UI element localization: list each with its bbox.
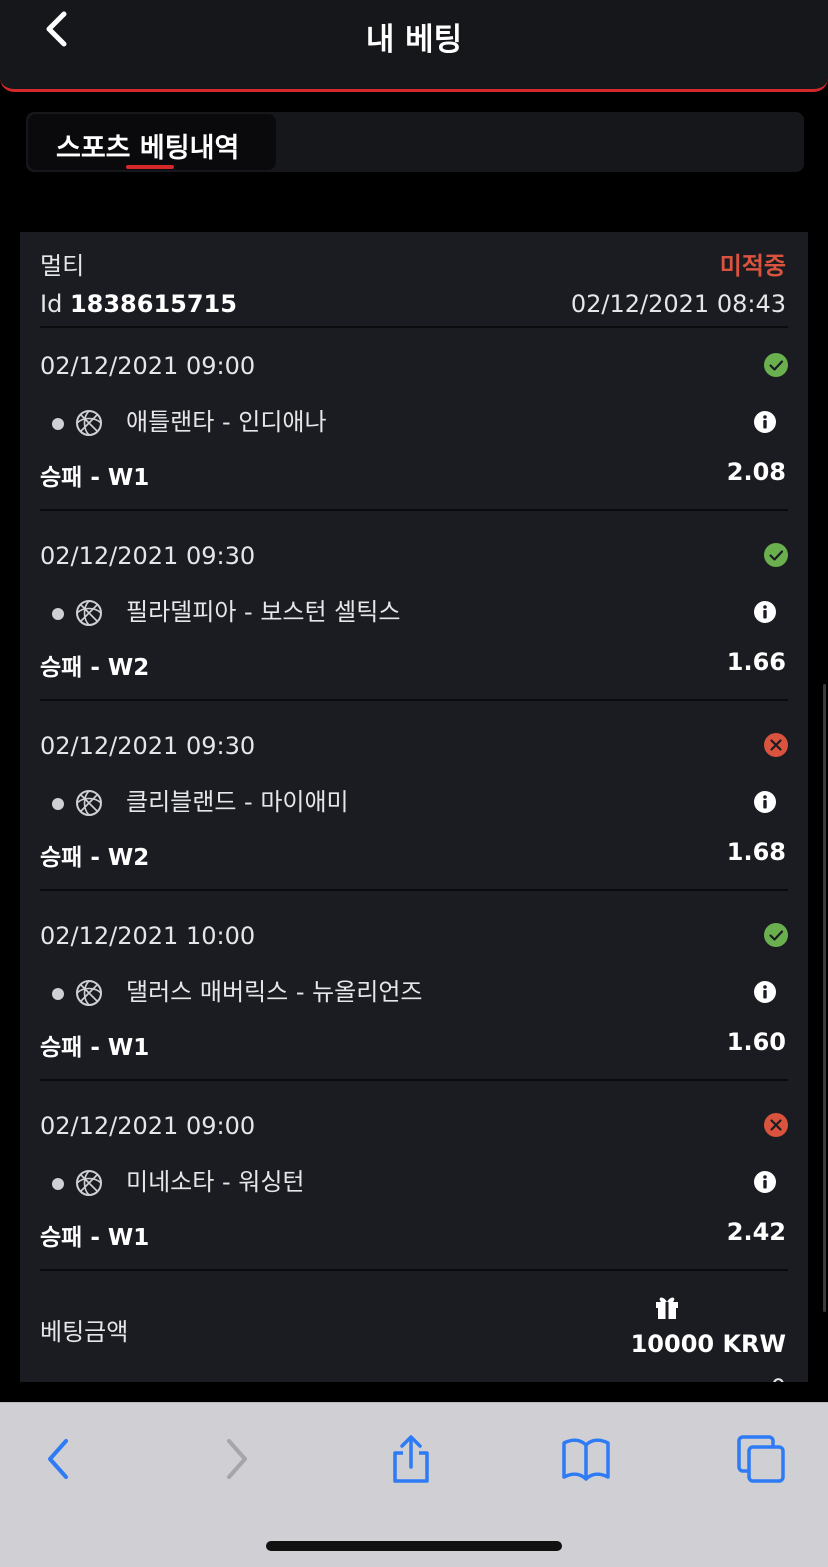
tab-label: 스포츠 베팅내역 bbox=[56, 133, 240, 164]
tab-active-indicator bbox=[126, 165, 174, 169]
bet-market: 승패 - W2 bbox=[40, 655, 150, 681]
bet-row: 02/12/2021 10:00 댈러스 매버릭스 - 뉴올리언즈승패 - W1 1… bbox=[20, 896, 808, 1086]
match-name: 필라델피아 - 보스턴 셀틱스 bbox=[126, 598, 401, 626]
basketball-icon bbox=[75, 409, 103, 437]
bet-odds: 1.60 bbox=[726, 1028, 786, 1056]
bet-id: Id 1838615715 bbox=[40, 290, 237, 318]
bet-row: 02/12/2021 09:30 필라델피아 - 보스턴 셀틱스승패 - W2 1.… bbox=[20, 516, 808, 706]
row-divider bbox=[40, 1079, 788, 1081]
row-divider bbox=[40, 509, 788, 511]
chevron-left-icon bbox=[48, 1439, 68, 1479]
event-time: 02/12/2021 10:00 bbox=[40, 922, 256, 950]
bet-row: 02/12/2021 09:30 클리블랜드 - 마이애미승패 - W2 1.68 bbox=[20, 706, 808, 896]
live-dot bbox=[52, 1178, 64, 1190]
basketball-icon bbox=[75, 599, 103, 627]
stake-label: 베팅금액 bbox=[40, 1318, 129, 1346]
basketball-icon bbox=[75, 1169, 103, 1197]
info-icon[interactable] bbox=[753, 410, 777, 434]
live-dot bbox=[52, 798, 64, 810]
home-indicator bbox=[266, 1541, 562, 1551]
x-circle-icon bbox=[763, 1112, 789, 1138]
browser-share-button[interactable] bbox=[385, 1433, 437, 1485]
browser-forward-button[interactable] bbox=[211, 1433, 263, 1485]
row-divider bbox=[40, 1269, 788, 1271]
row-divider bbox=[40, 889, 788, 891]
basketball-icon bbox=[75, 979, 103, 1007]
browser-back-button[interactable] bbox=[34, 1433, 86, 1485]
bet-market: 승패 - W1 bbox=[40, 1225, 150, 1251]
gift-icon bbox=[656, 1297, 678, 1319]
status-badge: 미적중 bbox=[719, 252, 786, 280]
bet-odds: 1.66 bbox=[726, 648, 786, 676]
event-time: 02/12/2021 09:00 bbox=[40, 352, 256, 380]
match-name: 댈러스 매버릭스 - 뉴올리언즈 bbox=[126, 978, 423, 1006]
bet-card: 멀티 미적중 Id 1838615715 02/12/2021 08:43 02… bbox=[20, 232, 808, 1382]
bet-market: 승패 - W1 bbox=[40, 465, 150, 491]
browser-tabs-button[interactable] bbox=[735, 1433, 787, 1485]
info-icon[interactable] bbox=[753, 790, 777, 814]
info-icon[interactable] bbox=[753, 980, 777, 1004]
book-icon bbox=[562, 1438, 610, 1481]
bet-id-value: 1838615715 bbox=[69, 290, 237, 318]
check-circle-icon bbox=[763, 922, 789, 948]
row-divider bbox=[40, 699, 788, 701]
bet-odds: 2.42 bbox=[726, 1218, 786, 1246]
bet-id-prefix: Id bbox=[40, 290, 63, 318]
info-icon[interactable] bbox=[753, 1170, 777, 1194]
bet-placed-date: 02/12/2021 08:43 bbox=[570, 290, 786, 318]
app-header: 내 베팅 bbox=[0, 0, 828, 92]
bet-market: 승패 - W2 bbox=[40, 845, 150, 871]
tab-bar: 스포츠 베팅내역 bbox=[26, 112, 804, 172]
scrollbar[interactable] bbox=[823, 684, 826, 1312]
tabs-icon bbox=[737, 1435, 785, 1483]
result-label: 결과 bbox=[40, 1374, 84, 1382]
browser-bookmarks-button[interactable] bbox=[560, 1433, 612, 1485]
bet-odds: 1.68 bbox=[726, 838, 786, 866]
info-icon[interactable] bbox=[753, 600, 777, 624]
tab-sports-history[interactable]: 스포츠 베팅내역 bbox=[28, 114, 276, 170]
bet-odds: 2.08 bbox=[726, 458, 786, 486]
event-time: 02/12/2021 09:30 bbox=[40, 542, 256, 570]
bet-type: 멀티 bbox=[40, 252, 85, 280]
chevron-right-icon bbox=[227, 1439, 247, 1479]
basketball-icon bbox=[75, 789, 103, 817]
check-circle-icon bbox=[763, 352, 789, 378]
x-circle-icon bbox=[763, 732, 789, 758]
live-dot bbox=[52, 418, 64, 430]
page-title: 내 베팅 bbox=[365, 22, 463, 58]
check-circle-icon bbox=[763, 542, 789, 568]
live-dot bbox=[52, 988, 64, 1000]
stake-value: 10000 KRW bbox=[630, 1330, 786, 1358]
result-value: 0 bbox=[771, 1374, 786, 1382]
event-time: 02/12/2021 09:00 bbox=[40, 1112, 256, 1140]
event-time: 02/12/2021 09:30 bbox=[40, 732, 256, 760]
match-name: 애틀랜타 - 인디애나 bbox=[126, 408, 327, 436]
share-icon bbox=[393, 1435, 429, 1483]
match-name: 클리블랜드 - 마이애미 bbox=[126, 788, 349, 816]
match-name: 미네소타 - 워싱턴 bbox=[126, 1168, 305, 1196]
live-dot bbox=[52, 608, 64, 620]
bet-row: 02/12/2021 09:00 미네소타 - 워싱턴승패 - W1 2.42 bbox=[20, 1086, 808, 1276]
bet-row: 02/12/2021 09:00 애틀랜타 - 인디애나승패 - W1 2.08 bbox=[20, 326, 808, 516]
bet-market: 승패 - W1 bbox=[40, 1035, 150, 1061]
